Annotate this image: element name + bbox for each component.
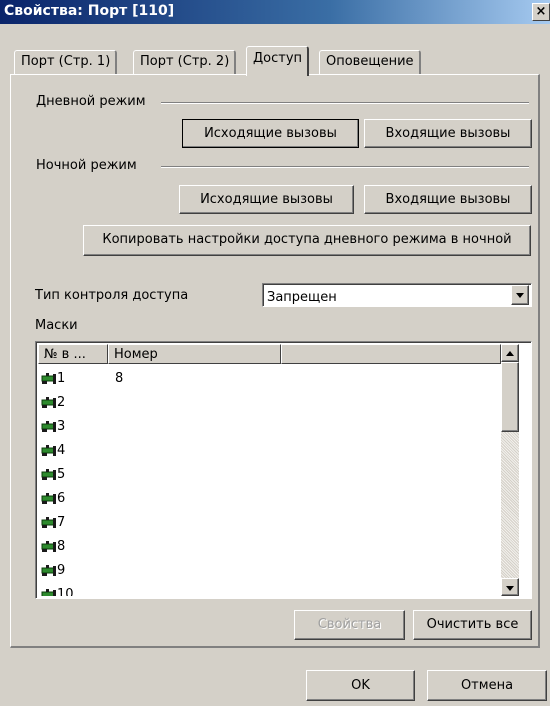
tab-access[interactable]: Доступ [246,46,310,76]
column-header-index[interactable]: № в ... [38,344,108,364]
mask-index: 5 [57,467,66,482]
masks-list-body: 1 8 2 3 4 5 6 7 8 9 10 [36,364,499,596]
mask-index: 6 [57,491,66,506]
column-header-number[interactable]: Номер [108,344,281,364]
tab-port-page-1[interactable]: Порт (Стр. 1) [14,50,118,74]
scroll-up-button[interactable] [501,344,519,362]
chevron-down-icon[interactable] [511,285,529,305]
mask-index: 1 [57,371,66,386]
tab-label: Оповещение [326,54,414,69]
list-item[interactable]: 4 [38,440,498,463]
list-item[interactable]: 8 [38,536,498,559]
mask-index: 8 [57,539,66,554]
tab-notification[interactable]: Оповещение [319,50,421,74]
list-item[interactable]: 18 [38,368,498,391]
mask-index: 3 [57,419,66,434]
tab-port-page-2[interactable]: Порт (Стр. 2) [133,50,237,74]
night-mode-label: Ночной режим [36,158,141,173]
copy-day-to-night-button[interactable]: Копировать настройки доступа дневного ре… [83,225,531,256]
list-item[interactable]: 2 [38,392,498,415]
mask-index: 2 [57,395,66,410]
masks-list[interactable]: № в ... Номер 1 8 2 3 4 5 6 7 8 9 10 [35,341,532,599]
tab-label: Порт (Стр. 2) [140,54,230,69]
access-control-select[interactable]: Запрещен [262,283,532,307]
scroll-down-button[interactable] [501,578,519,596]
chevron-down-icon [506,586,514,591]
tab-label: Доступ [253,51,303,66]
chevron-up-icon [506,351,514,356]
mask-number: 8 [115,371,124,386]
column-header-empty[interactable] [281,344,501,364]
list-item[interactable]: 10 [38,584,498,596]
day-outgoing-calls-button[interactable]: Исходящие вызовы [182,119,359,148]
day-incoming-calls-button[interactable]: Входящие вызовы [364,119,532,148]
close-icon: × [535,4,547,19]
list-item[interactable]: 3 [38,416,498,439]
list-item[interactable]: 5 [38,464,498,487]
ok-button[interactable]: OK [306,670,415,701]
access-control-label: Тип контроля доступа [35,288,189,303]
clear-all-button[interactable]: Очистить все [413,610,532,640]
night-incoming-calls-button[interactable]: Входящие вызовы [364,185,532,214]
scrollbar-thumb[interactable] [501,362,519,432]
mask-index: 4 [57,443,66,458]
masks-label: Маски [35,318,78,333]
title-bar[interactable]: Свойства: Порт [110] × [0,0,550,24]
night-mode-divider [161,166,529,168]
day-mode-divider [161,102,529,104]
access-control-value: Запрещен [267,290,337,305]
day-mode-label: Дневной режим [36,94,150,109]
access-tab-panel: Дневной режим Исходящие вызовы Входящие … [10,74,540,648]
cancel-button[interactable]: Отмена [427,670,547,701]
masks-list-scrollbar[interactable] [501,344,519,596]
tab-label: Порт (Стр. 1) [21,54,111,69]
mask-index: 10 [57,587,74,596]
list-item[interactable]: 9 [38,560,498,583]
list-item[interactable]: 7 [38,512,498,535]
list-item[interactable]: 6 [38,488,498,511]
window-title: Свойства: Порт [110] [4,3,175,19]
mask-index: 9 [57,563,66,578]
mask-index: 7 [57,515,66,530]
night-outgoing-calls-button[interactable]: Исходящие вызовы [179,185,354,214]
close-button[interactable]: × [532,3,550,21]
mask-properties-button[interactable]: Свойства [294,610,405,640]
